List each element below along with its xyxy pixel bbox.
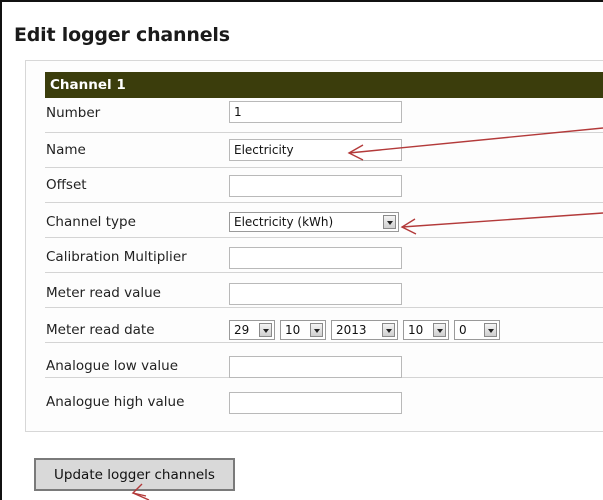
annotation-arrow-icon	[400, 212, 603, 235]
annotation-arrow-icon	[131, 483, 150, 500]
annotation-arrows	[131, 127, 603, 500]
annotation-arrow-icon	[347, 127, 603, 161]
